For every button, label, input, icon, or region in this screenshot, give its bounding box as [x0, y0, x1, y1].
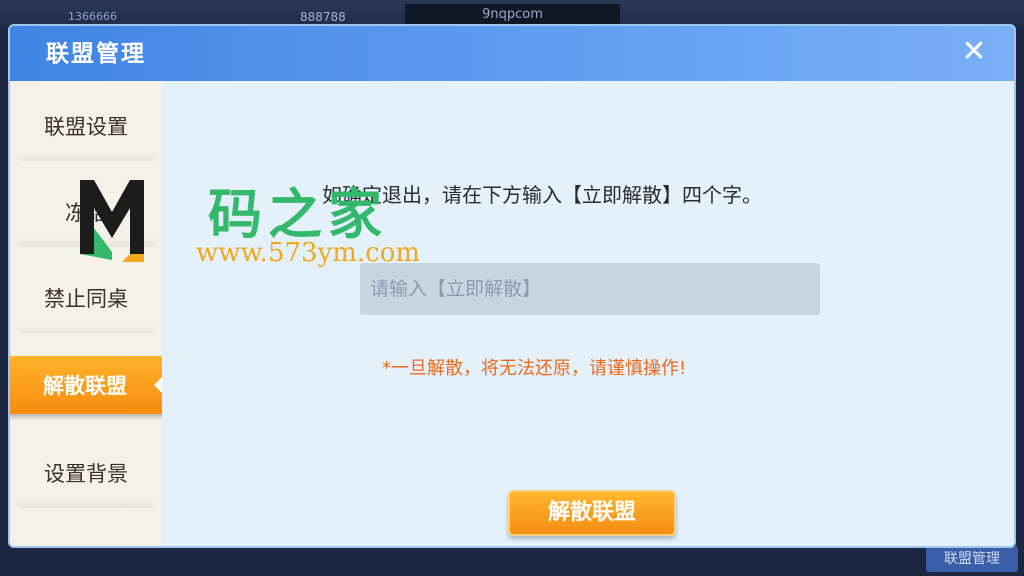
- sidebar-item-alliance-settings[interactable]: 联盟设置: [10, 91, 162, 161]
- sidebar-item-set-background[interactable]: 设置背景: [10, 438, 162, 508]
- instruction-text: 如确定退出，请在下方输入【立即解散】四个字。: [322, 183, 762, 207]
- watermark-url: www.573ym.com: [196, 238, 421, 268]
- content-panel: 如确定退出，请在下方输入【立即解散】四个字。 *一旦解散，将无法还原，请谨慎操作…: [162, 81, 1014, 546]
- alliance-management-dialog: 联盟管理 ✕ 联盟设置 冻结 禁止同桌 解散联盟 设置背景 如确定退出，请在下方…: [8, 24, 1016, 548]
- sidebar-item-label: 禁止同桌: [44, 287, 128, 311]
- dissolve-alliance-button[interactable]: 解散联盟: [508, 490, 676, 536]
- sidebar-item-forbid-same-table[interactable]: 禁止同桌: [10, 263, 162, 333]
- close-icon[interactable]: ✕: [956, 34, 992, 70]
- sidebar-item-label: 解散联盟: [43, 374, 127, 398]
- player-id: 1366666: [68, 10, 117, 23]
- room-code: 9nqpcom: [405, 4, 620, 26]
- active-arrow-icon: [154, 377, 162, 393]
- sidebar-item-dissolve-alliance[interactable]: 解散联盟: [10, 356, 166, 414]
- sidebar-item-label: 联盟设置: [44, 115, 128, 139]
- sidebar-item-label: 设置背景: [44, 462, 128, 486]
- watermark-logo-icon: [80, 180, 144, 262]
- coin-count: 888788: [300, 10, 346, 24]
- dialog-title: 联盟管理: [46, 41, 146, 67]
- alliance-manage-button[interactable]: 联盟管理: [926, 546, 1018, 572]
- warning-text: *一旦解散，将无法还原，请谨慎操作!: [382, 358, 687, 379]
- confirm-text-input[interactable]: [360, 263, 820, 315]
- dialog-header: 联盟管理 ✕: [10, 26, 1014, 81]
- sidebar: 联盟设置 冻结 禁止同桌 解散联盟 设置背景: [10, 81, 166, 546]
